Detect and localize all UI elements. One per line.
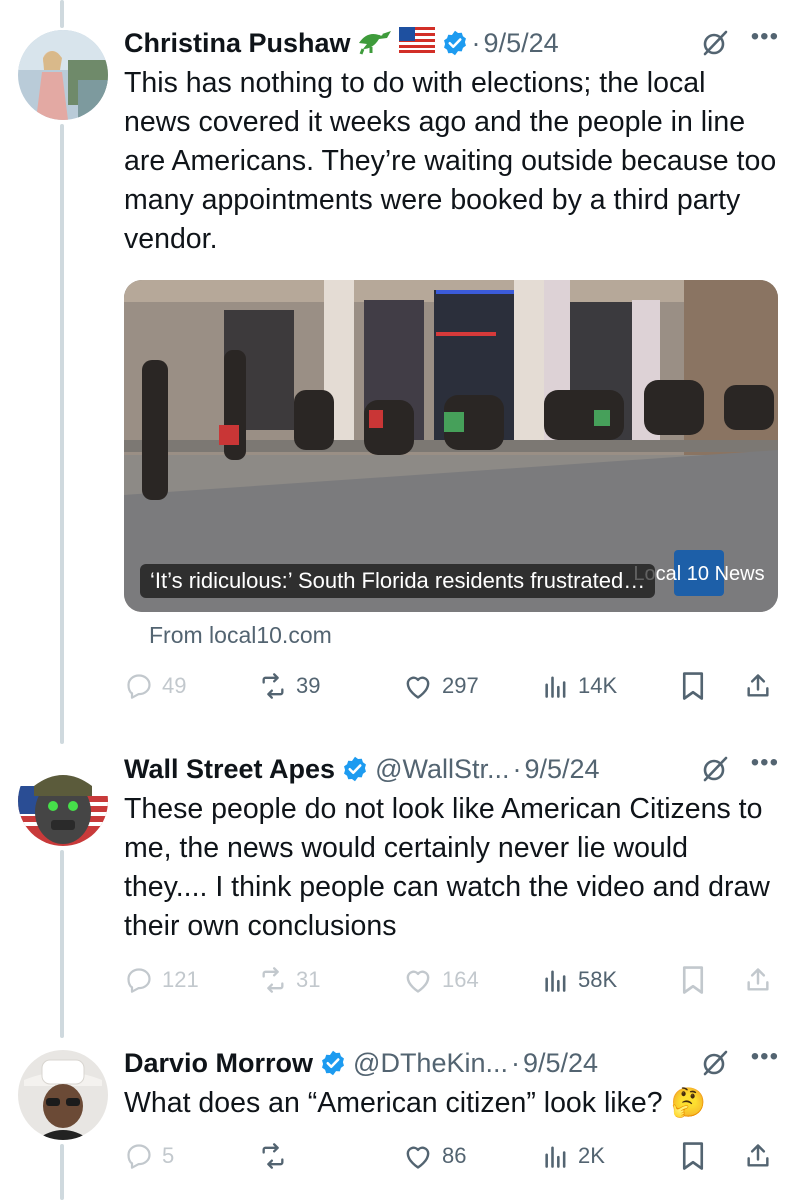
like-count: 86 <box>442 1143 467 1168</box>
tweet-date[interactable]: 9/5/24 <box>484 28 559 59</box>
alligator-emoji-icon <box>357 25 393 62</box>
author-handle[interactable]: @DTheKin... <box>353 1048 508 1079</box>
views-button[interactable]: 2K <box>542 1140 605 1172</box>
separator: · <box>511 1047 520 1078</box>
author-name[interactable]: Darvio Morrow <box>124 1048 313 1079</box>
tweet-header: Wall Street Apes @WallStr... · 9/5/24 ••… <box>124 751 779 786</box>
repost-count: 31 <box>296 967 321 992</box>
repost-icon <box>262 1143 284 1169</box>
avatar[interactable] <box>18 30 108 120</box>
reply-button[interactable]: 5 <box>124 1140 174 1172</box>
reply-button[interactable]: 49 <box>124 670 186 702</box>
share-icon <box>747 1144 769 1167</box>
like-count: 164 <box>442 967 479 992</box>
tweet-date[interactable]: 9/5/24 <box>524 754 599 785</box>
card-caption: ‘It’s ridiculous:’ South Florida residen… <box>140 564 656 598</box>
tweet-header: Christina Pushaw · 9/5/24 ••• <box>124 25 779 62</box>
share-button[interactable] <box>744 1140 772 1172</box>
share-icon <box>747 674 769 697</box>
verified-badge-icon[interactable] <box>319 1049 347 1077</box>
avatar[interactable] <box>18 1050 108 1140</box>
repost-icon <box>262 673 284 699</box>
tweet-date[interactable]: 9/5/24 <box>523 1048 598 1079</box>
like-button[interactable]: 164 <box>402 964 479 996</box>
repost-button[interactable]: 31 <box>258 964 320 996</box>
views-icon <box>545 676 566 698</box>
reply-icon <box>127 674 151 699</box>
grok-icon[interactable] <box>701 755 729 783</box>
avatar[interactable] <box>18 756 108 846</box>
reply-count: 49 <box>162 673 187 698</box>
reply-icon <box>127 968 151 993</box>
bookmark-icon <box>682 966 704 994</box>
tweet-wall-street-apes[interactable]: Wall Street Apes @WallStr... · 9/5/24 ••… <box>0 740 797 1020</box>
repost-icon <box>262 967 284 993</box>
like-icon <box>406 676 430 699</box>
views-icon <box>545 1146 566 1168</box>
like-count: 297 <box>442 673 479 698</box>
more-icon[interactable]: ••• <box>751 1045 779 1069</box>
author-handle[interactable]: @WallStr... <box>375 754 509 785</box>
separator: · <box>512 753 522 784</box>
tweet-actions: 121 31 164 58K <box>124 964 779 996</box>
views-count: 14K <box>578 673 618 698</box>
repost-button[interactable] <box>258 1140 296 1172</box>
more-icon[interactable]: ••• <box>751 25 779 49</box>
views-count: 2K <box>578 1143 605 1168</box>
share-icon <box>747 968 769 991</box>
views-button[interactable]: 58K <box>542 964 617 996</box>
views-icon <box>545 970 566 992</box>
card-source[interactable]: From local10.com <box>149 622 332 649</box>
tweet-header: Darvio Morrow @DTheKin... · 9/5/24 ••• <box>124 1045 779 1080</box>
reply-button[interactable]: 121 <box>124 964 199 996</box>
author-name[interactable]: Christina Pushaw <box>124 28 351 59</box>
like-button[interactable]: 297 <box>402 670 479 702</box>
verified-badge-icon[interactable] <box>341 755 369 783</box>
tweet-text: What does an “American citizen” look lik… <box>124 1087 706 1119</box>
verified-badge-icon[interactable] <box>441 29 469 57</box>
grok-icon[interactable] <box>701 1049 729 1077</box>
like-icon <box>406 1146 430 1169</box>
share-button[interactable] <box>744 964 772 996</box>
reply-count: 121 <box>162 967 199 992</box>
views-button[interactable]: 14K <box>542 670 617 702</box>
repost-count: 39 <box>296 673 321 698</box>
link-card[interactable]: Local 10 News ‘It’s ridiculous:’ South F… <box>124 280 778 612</box>
bookmark-button[interactable] <box>680 964 706 996</box>
bookmark-icon <box>682 672 704 700</box>
bookmark-button[interactable] <box>680 670 706 702</box>
grok-icon[interactable] <box>701 29 729 57</box>
author-name[interactable]: Wall Street Apes <box>124 754 335 785</box>
us-flag-emoji-icon <box>398 26 435 60</box>
reply-count: 5 <box>162 1143 175 1168</box>
tweet-darvio-morrow[interactable]: Darvio Morrow @DTheKin... · 9/5/24 ••• W… <box>0 1034 797 1200</box>
bookmark-icon <box>682 1142 704 1170</box>
bookmark-button[interactable] <box>680 1140 706 1172</box>
share-button[interactable] <box>744 670 772 702</box>
tweet-christina-pushaw[interactable]: Christina Pushaw · 9/5/24 ••• This has n… <box>0 0 797 720</box>
separator: · <box>471 27 481 58</box>
tweet-actions: 5 86 2K <box>124 1140 779 1172</box>
like-icon <box>406 970 430 993</box>
tweet-actions: 49 39 297 14K <box>124 670 779 702</box>
more-icon[interactable]: ••• <box>751 751 779 775</box>
like-button[interactable]: 86 <box>402 1140 466 1172</box>
card-image: Local 10 News <box>124 280 778 612</box>
reply-icon <box>127 1144 151 1169</box>
tweet-text: These people do not look like American C… <box>124 793 770 942</box>
views-count: 58K <box>578 967 618 992</box>
tweet-text: This has nothing to do with elections; t… <box>124 67 777 255</box>
repost-button[interactable]: 39 <box>258 670 320 702</box>
